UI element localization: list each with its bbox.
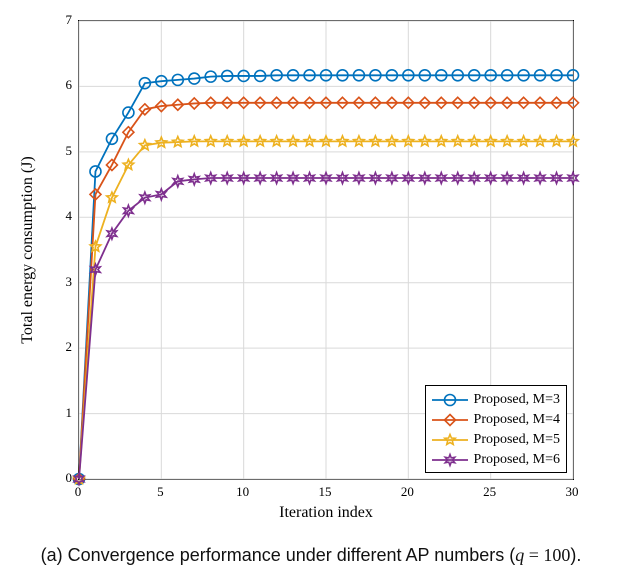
y-axis-label: Total energy consumption (J) xyxy=(19,156,37,343)
y-tick-label: 2 xyxy=(32,339,72,355)
legend-label: Proposed, M=6 xyxy=(474,452,560,468)
legend-label: Proposed, M=5 xyxy=(474,432,560,448)
caption-suffix: ). xyxy=(570,545,581,565)
y-tick-label: 0 xyxy=(32,470,72,486)
legend-swatch xyxy=(432,452,468,468)
x-tick-label: 5 xyxy=(157,484,164,500)
y-tick-label: 3 xyxy=(32,274,72,290)
x-tick-label: 15 xyxy=(319,484,332,500)
legend-swatch xyxy=(432,432,468,448)
legend-label: Proposed, M=4 xyxy=(474,412,560,428)
legend-row: Proposed, M=4 xyxy=(432,410,560,430)
caption-prefix: (a) Convergence performance under differ… xyxy=(41,545,516,565)
legend-row: Proposed, M=6 xyxy=(432,450,560,470)
legend-swatch xyxy=(432,412,468,428)
x-tick-label: 0 xyxy=(75,484,82,500)
x-tick-label: 20 xyxy=(401,484,414,500)
legend-row: Proposed, M=3 xyxy=(432,390,560,410)
y-axis-label-wrap: Total energy consumption (J) xyxy=(18,20,38,480)
caption: (a) Convergence performance under differ… xyxy=(0,544,622,567)
y-tick-label: 4 xyxy=(32,208,72,224)
x-axis-label: Iteration index xyxy=(78,504,574,522)
x-tick-label: 30 xyxy=(566,484,579,500)
y-tick-label: 5 xyxy=(32,143,72,159)
legend-label: Proposed, M=3 xyxy=(474,392,560,408)
x-tick-label: 25 xyxy=(483,484,496,500)
y-tick-label: 6 xyxy=(32,77,72,93)
caption-eq: = 100 xyxy=(524,545,570,565)
legend-swatch xyxy=(432,392,468,408)
caption-var: q xyxy=(515,545,524,565)
x-tick-label: 10 xyxy=(236,484,249,500)
y-tick-label: 7 xyxy=(32,12,72,28)
plot-area: Proposed, M=3 Proposed, M=4 Proposed, M=5 P… xyxy=(78,20,574,480)
legend-row: Proposed, M=5 xyxy=(432,430,560,450)
legend: Proposed, M=3 Proposed, M=4 Proposed, M=5 P… xyxy=(425,385,567,473)
figure-root: 0 1 2 3 4 5 6 7 0 5 10 15 20 25 30 Total energy consu… xyxy=(0,0,622,568)
y-tick-label: 1 xyxy=(32,405,72,421)
